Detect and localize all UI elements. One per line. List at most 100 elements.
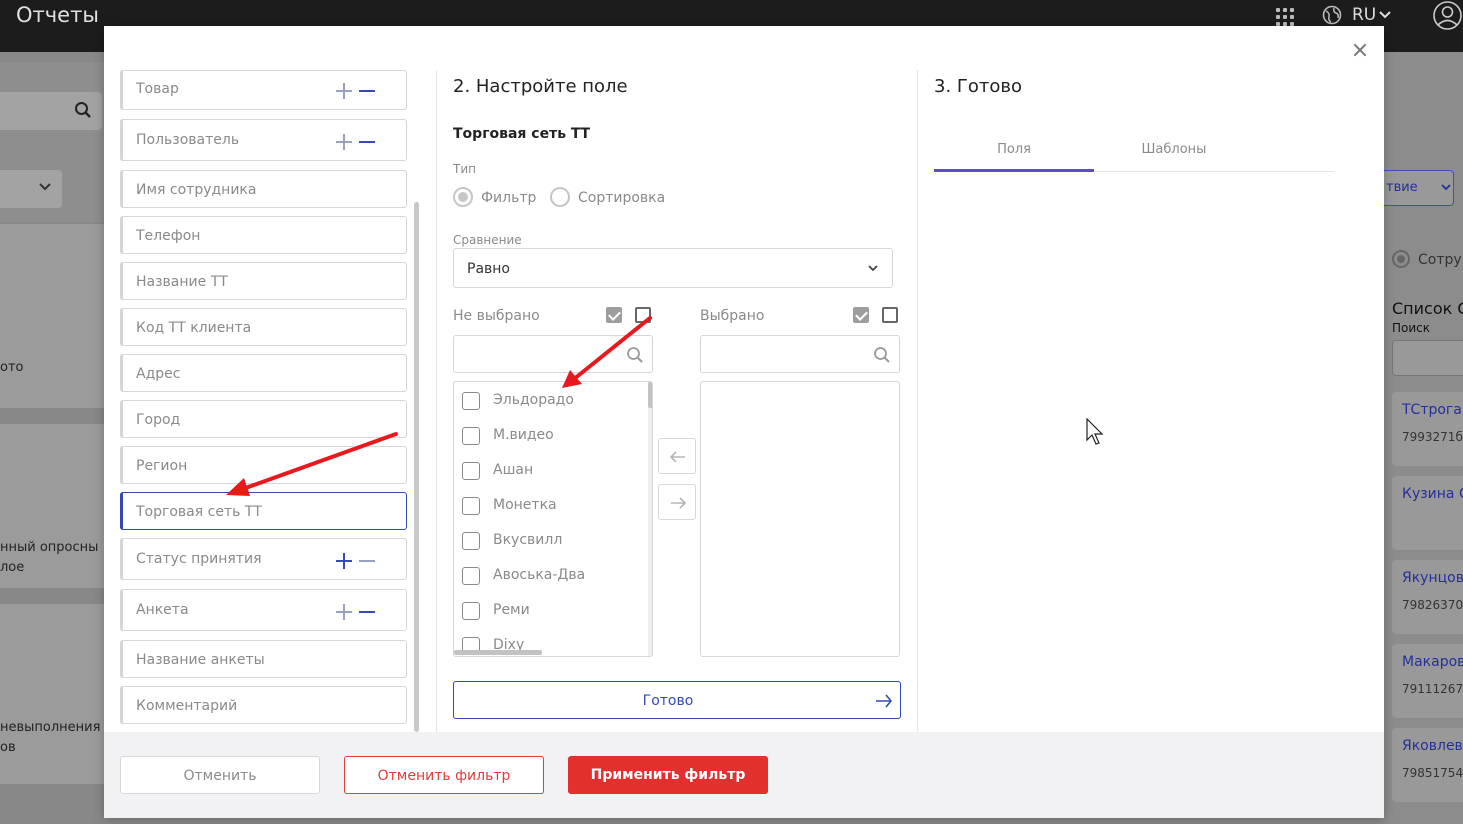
done-button-label: Готово [642,693,694,709]
field-item-acceptance-status[interactable]: Статус принятия [120,538,407,580]
done-button[interactable]: Готово [453,681,901,719]
item-checkbox[interactable] [462,392,480,410]
field-list-scrollbar[interactable] [414,202,419,732]
field-label: Город [136,412,181,428]
radio-sort[interactable] [550,187,570,207]
field-item-comment[interactable]: Комментарий [120,686,407,724]
search-icon [874,347,890,363]
field-label: Код ТТ клиента [136,320,252,336]
background-text: ов [0,740,16,755]
type-label: Тип [453,162,476,176]
field-item-phone[interactable]: Телефон [120,216,407,254]
background-card: Яковлев 79851754 [1392,728,1463,802]
background-left-panel [0,52,104,824]
column-divider [436,70,437,732]
field-label: Телефон [136,228,201,244]
background-action-select: твие [1384,170,1454,206]
background-radio [1392,250,1410,268]
page-title: Отчеты [16,3,99,27]
background-text: нный опросны [0,540,99,555]
field-item-employee-name[interactable]: Имя сотрудника [120,170,407,208]
not-selected-list: Эльдорадо М.видео Ашан Монетка Вкусвилл … [453,381,653,657]
field-item-product[interactable]: Товар [120,70,407,110]
apply-filter-button[interactable]: Применить фильтр [568,756,768,794]
comparison-label: Сравнение [453,233,522,247]
background-select-label: твие [1386,180,1418,195]
arrow-right-icon [876,694,893,708]
move-left-button[interactable] [658,438,696,474]
list-scroll-track [648,382,652,656]
item-checkbox[interactable] [462,567,480,585]
chevron-down-icon [868,265,878,272]
reset-filter-button[interactable]: Отменить фильтр [344,756,544,794]
active-tab-indicator [934,169,1094,172]
field-label: Анкета [136,602,189,618]
minus-icon[interactable] [359,604,375,620]
background-card: Макаров7911126761 [1392,644,1463,718]
plus-icon[interactable] [336,604,352,620]
language-selector[interactable]: RU [1352,5,1376,25]
item-checkbox[interactable] [462,497,480,515]
modal-footer: Отменить Отменить фильтр Применить фильт… [104,732,1384,818]
select-all-checkbox[interactable] [853,307,869,323]
deselect-all-checkbox[interactable] [882,307,898,323]
background-right-panel: твие Сотру Список С Поиск ТСтрога 7993271… [1384,52,1463,824]
radio-filter[interactable] [453,187,473,207]
minus-icon[interactable] [359,134,375,150]
select-all-checkbox[interactable] [606,307,622,323]
not-selected-search-input[interactable] [453,335,653,373]
plus-icon[interactable] [336,553,352,569]
plus-icon[interactable] [336,134,352,150]
comparison-select[interactable]: Равно [453,248,893,288]
minus-icon[interactable] [359,553,375,569]
item-checkbox[interactable] [462,532,480,550]
field-item-city[interactable]: Город [120,400,407,438]
field-label: Название анкеты [136,652,265,668]
move-right-button[interactable] [658,484,696,520]
chevron-down-icon [1441,184,1451,191]
background-select [0,170,62,208]
user-avatar-icon[interactable] [1432,0,1463,31]
background-search-input [1392,340,1463,376]
background-card: Кузина С [1392,476,1463,550]
close-icon[interactable] [1350,40,1370,60]
apps-grid-icon[interactable] [1276,8,1294,26]
column-divider [917,70,918,732]
background-radio-label: Сотру [1418,252,1462,268]
field-list: Товар Пользователь Имя сотрудника Телефо… [104,70,424,732]
minus-icon[interactable] [359,83,375,99]
search-icon [627,347,643,363]
item-checkbox[interactable] [462,602,480,620]
selected-search-input[interactable] [700,335,900,373]
cancel-button[interactable]: Отменить [120,756,320,794]
tab-fields[interactable]: Поля [934,142,1094,157]
field-item-questionnaire[interactable]: Анкета [120,589,407,631]
mouse-cursor-icon [1086,418,1104,445]
configure-field-name: Торговая сеть ТТ [453,126,591,142]
field-item-region[interactable]: Регион [120,446,407,484]
background-text: невыполнения [0,720,101,735]
item-checkbox[interactable] [462,427,480,445]
configure-title: 2. Настройте поле [453,76,628,97]
field-item-retail-chain[interactable]: Торговая сеть ТТ [120,492,407,530]
field-item-outlet-code[interactable]: Код ТТ клиента [120,308,407,346]
field-item-outlet-name[interactable]: Название ТТ [120,262,407,300]
field-item-questionnaire-name[interactable]: Название анкеты [120,640,407,678]
field-label: Имя сотрудника [136,182,257,198]
chevron-down-icon [39,183,51,191]
tab-templates[interactable]: Шаблоны [1094,142,1254,157]
search-icon [75,102,91,118]
chevron-down-icon[interactable] [1378,9,1392,21]
field-label: Статус принятия [136,551,262,567]
field-item-user[interactable]: Пользователь [120,119,407,161]
list-horizontal-scrollbar[interactable] [454,650,542,655]
background-text: лое [0,560,25,575]
globe-icon[interactable] [1322,5,1342,25]
field-item-address[interactable]: Адрес [120,354,407,392]
arrow-left-icon [669,451,685,463]
list-vertical-scrollbar[interactable] [648,382,652,408]
item-checkbox[interactable] [462,462,480,480]
selected-label: Выбрано [700,308,765,324]
deselect-all-checkbox[interactable] [635,307,651,323]
plus-icon[interactable] [336,83,352,99]
